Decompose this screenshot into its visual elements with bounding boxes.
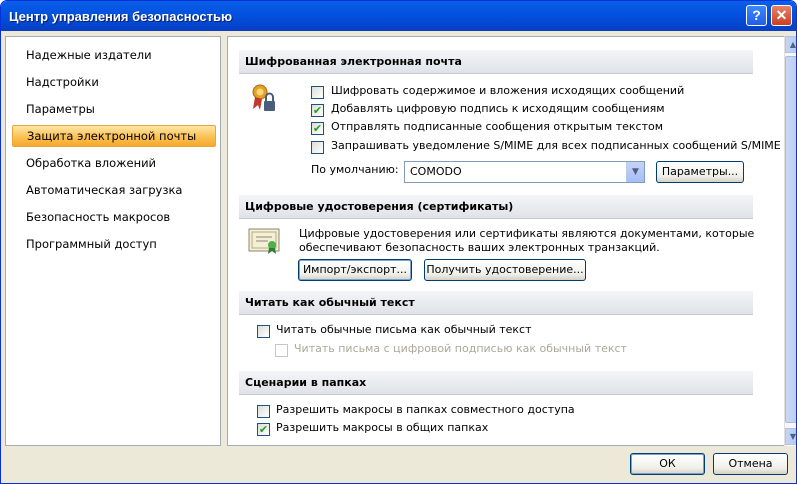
nav-list: Надежные издатели Надстройки Параметры к… (5, 36, 221, 446)
encrypt-label: Шифровать содержимое и вложения исходящи… (331, 84, 685, 97)
shared-folder-macros-label: Разрешить макросы в папках совместного д… (276, 403, 575, 416)
smime-receipt-checkbox[interactable] (311, 141, 324, 154)
read-signed-plain-text-label: Читать письма с цифровой подписью как об… (294, 342, 627, 355)
encrypt-checkbox[interactable] (311, 86, 324, 99)
vertical-scrollbar[interactable]: ▲ ▼ (784, 36, 796, 446)
smime-receipt-label: Запрашивать уведомление S/MIME для всех … (331, 139, 781, 152)
cancel-button[interactable]: Отмена (713, 453, 788, 475)
shared-folder-macros-checkbox[interactable] (257, 405, 270, 418)
ok-button[interactable]: ОК (630, 453, 705, 475)
send-cleartext-label: Отправлять подписанные сообщения открыты… (331, 120, 664, 133)
section-header-certificates: Цифровые удостоверения (сертификаты) (239, 195, 753, 219)
add-signature-checkbox[interactable]: ✔ (311, 104, 324, 117)
nav-item-privacy[interactable]: Параметры конфиденциальности (12, 98, 216, 138)
nav-item-trusted-publishers[interactable]: Надежные издатели (12, 44, 216, 66)
nav-item-email-security[interactable]: Защита электронной почты (12, 125, 216, 147)
params-button[interactable]: Параметры... (656, 161, 744, 183)
public-folder-macros-checkbox[interactable]: ✔ (257, 423, 270, 436)
send-cleartext-checkbox[interactable]: ✔ (311, 122, 324, 135)
add-signature-label: Добавлять цифровую подпись к исходящим с… (331, 102, 665, 115)
public-folder-macros-label: Разрешить макросы в общих папках (276, 421, 489, 434)
default-setting-combo[interactable]: COMODO ▼ (404, 161, 645, 183)
nav-item-programmatic-access[interactable]: Программный доступ (12, 233, 216, 255)
default-setting-value: COMODO (410, 165, 462, 178)
settings-panel: Шифрованная электронная почта Шифровать … (227, 36, 784, 446)
security-seal-icon (250, 83, 278, 118)
nav-item-attachment-handling[interactable]: Обработка вложений (12, 152, 216, 174)
chevron-down-icon[interactable]: ▼ (626, 162, 644, 182)
import-export-button[interactable]: Импорт/экспорт... (298, 259, 412, 281)
title-bar: Центр управления безопасностью ? ✕ (1, 1, 796, 31)
certificate-icon (248, 227, 282, 258)
read-signed-plain-text-checkbox[interactable] (275, 344, 288, 357)
scroll-down-icon[interactable]: ▼ (785, 428, 796, 445)
section-header-encrypted-mail: Шифрованная электронная почта (239, 50, 753, 74)
window-title: Центр управления безопасностью (9, 9, 233, 24)
default-setting-label: По умолчанию: (311, 163, 399, 176)
get-digital-id-button[interactable]: Получить удостоверение... (424, 259, 586, 281)
read-plain-text-checkbox[interactable] (257, 325, 270, 338)
help-button[interactable]: ? (746, 5, 767, 26)
certificates-description-line2: обеспечивают безопасность ваших электрон… (299, 241, 660, 254)
scroll-up-icon[interactable]: ▲ (785, 36, 796, 53)
certificates-description-line1: Цифровые удостоверения или сертификаты я… (299, 227, 755, 240)
nav-item-automatic-download[interactable]: Автоматическая загрузка (12, 179, 216, 201)
trust-center-window: Центр управления безопасностью ? ✕ Надеж… (0, 0, 797, 484)
section-header-plain-text: Читать как обычный текст (239, 291, 753, 315)
nav-item-addins[interactable]: Надстройки (12, 71, 216, 93)
read-plain-text-label: Читать обычные письма как обычный текст (276, 323, 532, 336)
scrollbar-thumb[interactable] (785, 56, 796, 423)
section-header-folder-scripts: Сценарии в папках (239, 371, 753, 395)
close-button[interactable]: ✕ (771, 5, 792, 26)
nav-item-macro-security[interactable]: Безопасность макросов (12, 206, 216, 228)
